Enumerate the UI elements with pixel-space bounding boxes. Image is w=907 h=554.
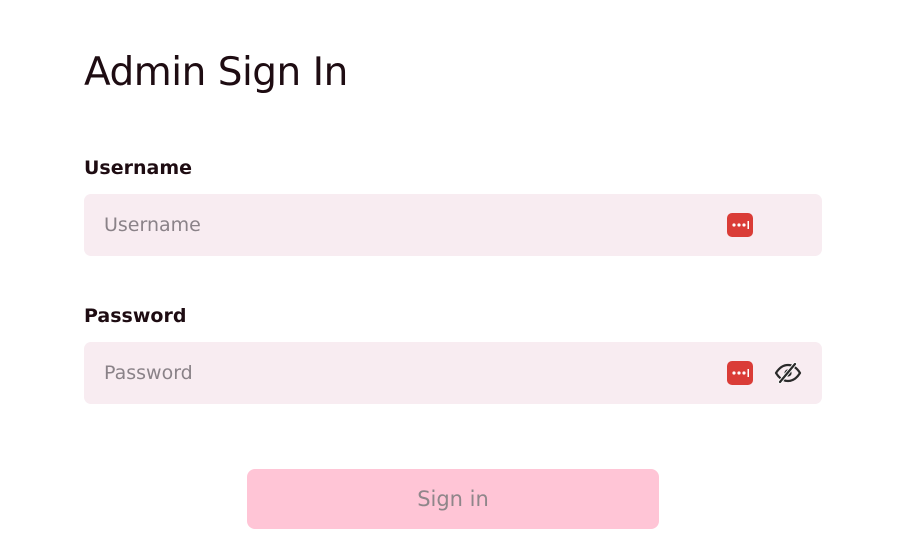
page-title: Admin Sign In — [84, 50, 348, 95]
eye-slash-icon[interactable] — [774, 361, 802, 385]
password-input[interactable] — [84, 342, 704, 404]
sign-in-page: Admin Sign In Username Password — [0, 0, 907, 554]
password-manager-icon[interactable] — [727, 213, 753, 237]
password-manager-icon[interactable] — [727, 361, 753, 385]
sign-in-button[interactable]: Sign in — [247, 469, 659, 529]
username-label: Username — [84, 157, 193, 179]
username-field-wrapper — [84, 194, 822, 256]
password-field-wrapper — [84, 342, 822, 404]
password-label: Password — [84, 305, 187, 327]
username-input[interactable] — [84, 194, 704, 256]
